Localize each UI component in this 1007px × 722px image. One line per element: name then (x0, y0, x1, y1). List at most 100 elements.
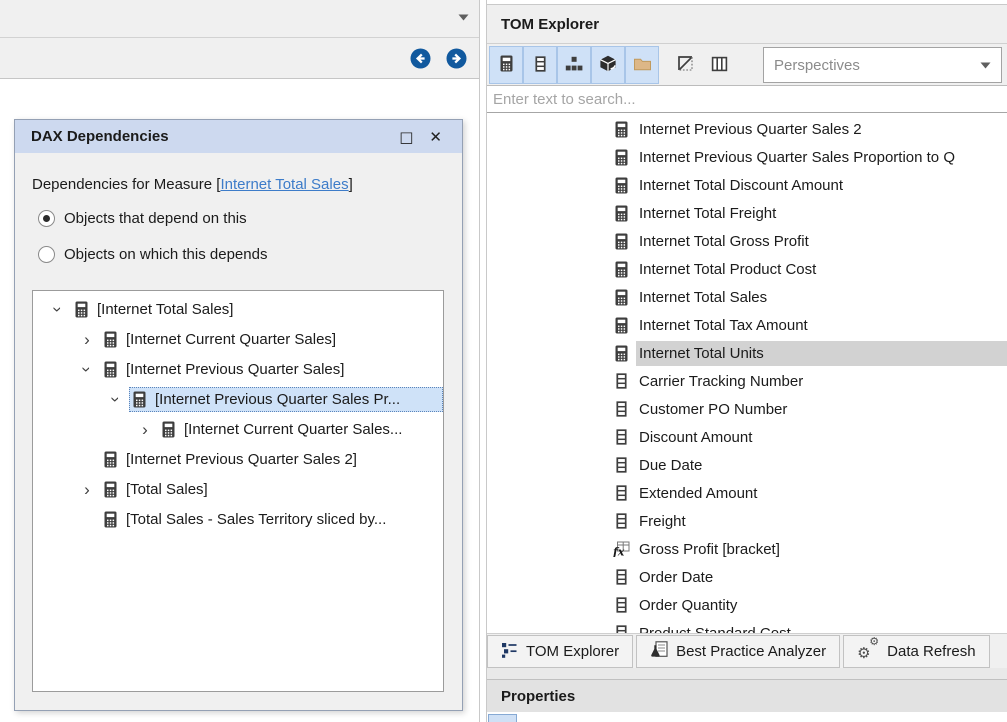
hierarchy-icon (565, 56, 583, 75)
search-input[interactable] (487, 86, 1007, 112)
radio-objects-this-depends-on[interactable]: Objects on which this depends (38, 243, 462, 265)
maximize-icon[interactable]: □ (391, 128, 421, 146)
panel-title: TOM Explorer (501, 16, 599, 33)
list-item[interactable]: Internet Total Product Cost (487, 255, 1007, 283)
list-item[interactable]: Extended Amount (487, 479, 1007, 507)
list-item-label: Extended Amount (636, 481, 1007, 506)
list-item[interactable]: Due Date (487, 451, 1007, 479)
list-item[interactable]: Product Standard Cost (487, 619, 1007, 633)
list-item[interactable]: fxGross Profit [bracket] (487, 535, 1007, 563)
list-item-label: Internet Previous Quarter Sales 2 (636, 117, 1007, 142)
toolbar-toggle-measures[interactable] (489, 46, 523, 84)
tab-data-refresh[interactable]: ⚙⚙Data Refresh (843, 635, 989, 668)
tree-node-content[interactable]: [Internet Total Sales] (71, 297, 443, 322)
tree-node[interactable]: ›[Internet Total Sales] (33, 294, 443, 324)
toolbar-toggle-columns[interactable] (523, 46, 557, 84)
tab-tom-explorer[interactable]: TOM Explorer (487, 635, 633, 668)
tree-node[interactable]: [Internet Previous Quarter Sales 2] (33, 444, 443, 474)
tree-node-content[interactable]: [Internet Current Quarter Sales] (100, 327, 443, 352)
list-item-label: Internet Total Freight (636, 201, 1007, 226)
list-item[interactable]: Discount Amount (487, 423, 1007, 451)
left-panel-top-strip (0, 0, 479, 38)
tree-node[interactable]: ›[Internet Current Quarter Sales] (33, 324, 443, 354)
list-item[interactable]: Internet Total Sales (487, 283, 1007, 311)
chevron-collapsed-icon[interactable]: › (74, 331, 100, 348)
toolbar-toggle-folders[interactable] (625, 46, 659, 84)
list-item[interactable]: Order Quantity (487, 591, 1007, 619)
tree-node[interactable]: › [Total Sales] (33, 474, 443, 504)
gears-icon: ⚙⚙ (857, 641, 879, 662)
tree-node[interactable]: [Total Sales - Sales Territory sliced by… (33, 504, 443, 534)
measure-icon (103, 481, 119, 498)
measure-icon (612, 233, 630, 250)
perspectives-dropdown[interactable]: Perspectives (763, 47, 1002, 83)
tree-node-content[interactable]: [Internet Current Quarter Sales... (158, 417, 443, 442)
list-item[interactable]: Internet Previous Quarter Sales Proporti… (487, 143, 1007, 171)
tree-node-content[interactable]: [Total Sales] (100, 477, 443, 502)
list-item-label: Due Date (636, 453, 1007, 478)
radio-button-icon[interactable] (38, 246, 55, 263)
properties-body (487, 712, 1007, 722)
list-item[interactable]: Order Date (487, 563, 1007, 591)
tree-node-content[interactable]: [Total Sales - Sales Territory sliced by… (100, 507, 443, 532)
list-item[interactable]: Carrier Tracking Number (487, 367, 1007, 395)
close-icon[interactable]: ✕ (421, 128, 450, 146)
chevron-expanded-icon[interactable]: › (50, 296, 67, 322)
list-item[interactable]: Customer PO Number (487, 395, 1007, 423)
back-button[interactable] (410, 48, 431, 69)
svg-text:fx: fx (613, 546, 625, 558)
chevron-expanded-icon[interactable]: › (108, 386, 125, 412)
model-object-list: Internet Previous Quarter Sales 2Interne… (487, 113, 1007, 633)
chevron-collapsed-icon[interactable]: › (132, 421, 158, 438)
column-icon (534, 56, 547, 75)
list-item-label: Internet Total Sales (636, 285, 1007, 310)
dashed-square-icon (677, 55, 694, 75)
tom-explorer-panel: TOM Explorer Perspectives Internet Previ… (486, 0, 1007, 722)
measure-icon (103, 451, 119, 468)
dropdown-caret-icon[interactable] (458, 14, 469, 21)
list-item[interactable]: Internet Total Freight (487, 199, 1007, 227)
list-item-label: Product Standard Cost (636, 621, 1007, 634)
tab-best-practice-analyzer[interactable]: Best Practice Analyzer (636, 635, 840, 668)
list-item[interactable]: Internet Total Tax Amount (487, 311, 1007, 339)
list-item-label: Order Quantity (636, 593, 1007, 618)
radio-objects-depend-on-this[interactable]: Objects that depend on this (38, 207, 462, 229)
tree-node[interactable]: ›[Internet Current Quarter Sales... (33, 414, 443, 444)
forward-button[interactable] (446, 48, 467, 69)
description-prefix: Dependencies for Measure [ (32, 176, 220, 193)
tree-node[interactable]: ›[Internet Previous Quarter Sales Pr... (33, 384, 443, 414)
measure-icon (132, 391, 148, 408)
list-item[interactable]: Freight (487, 507, 1007, 535)
tree-node[interactable]: ›[Internet Previous Quarter Sales] (33, 354, 443, 384)
tab-label: TOM Explorer (526, 643, 619, 660)
tree-node-content[interactable]: [Internet Previous Quarter Sales] (100, 357, 443, 382)
toolbar-toggle-objects[interactable] (591, 46, 625, 84)
list-item[interactable]: Internet Previous Quarter Sales 2 (487, 115, 1007, 143)
chevron-expanded-icon[interactable]: › (79, 356, 96, 382)
properties-toolbar-button[interactable] (488, 714, 517, 722)
measure-icon (103, 511, 119, 528)
toolbar-toggle-hidden-objects[interactable] (668, 46, 702, 84)
tree-node-content[interactable]: [Internet Previous Quarter Sales Pr... (129, 387, 443, 412)
tree-node-label: [Total Sales] (126, 481, 208, 498)
measure-icon (612, 345, 630, 362)
dialog-titlebar[interactable]: DAX Dependencies □ ✕ (15, 120, 462, 153)
toolbar-toggle-partitions[interactable] (702, 46, 736, 84)
perspectives-value: Perspectives (774, 57, 860, 74)
list-item[interactable]: Internet Total Discount Amount (487, 171, 1007, 199)
tom-explorer-header: TOM Explorer (487, 4, 1007, 44)
tree-node-content[interactable]: [Internet Previous Quarter Sales 2] (100, 447, 443, 472)
tree-node-label: [Total Sales - Sales Territory sliced by… (126, 511, 386, 528)
column-icon (612, 569, 630, 585)
list-item[interactable]: Internet Total Gross Profit (487, 227, 1007, 255)
measure-link[interactable]: Internet Total Sales (220, 176, 348, 193)
column-icon (612, 597, 630, 613)
chevron-collapsed-icon[interactable]: › (74, 481, 100, 498)
list-item-label: Carrier Tracking Number (636, 369, 1007, 394)
toolbar-toggle-hierarchies[interactable] (557, 46, 591, 84)
radio-button-icon[interactable] (38, 210, 55, 227)
list-item[interactable]: Internet Total Units (487, 339, 1007, 367)
list-item-label: Internet Total Units (636, 341, 1007, 366)
properties-title: Properties (501, 688, 575, 705)
forward-icon (446, 48, 467, 69)
